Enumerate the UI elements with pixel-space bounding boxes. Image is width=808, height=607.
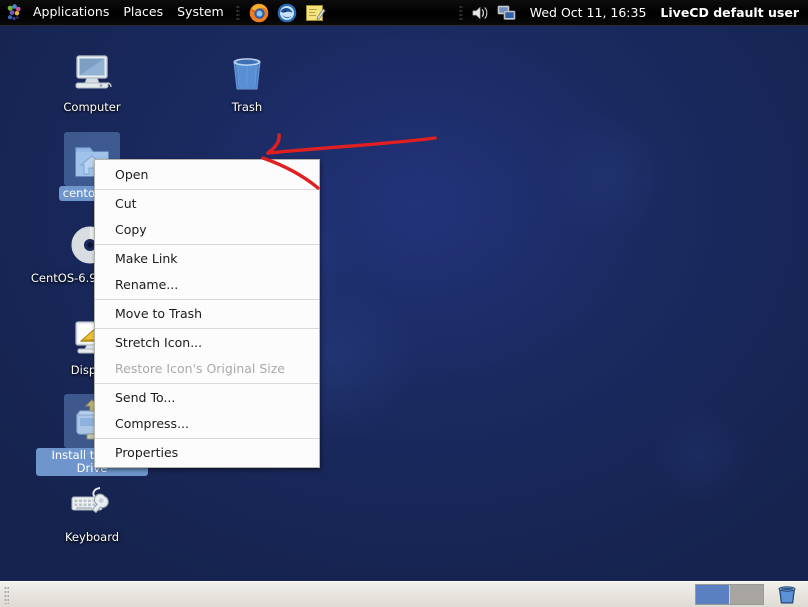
applications-menu[interactable]: Applications [26,3,116,22]
desktop-icon-label: Trash [231,100,263,114]
volume-icon[interactable] [470,3,492,23]
workspace-2[interactable] [729,585,763,604]
places-menu[interactable]: Places [116,3,170,22]
trash-icon [223,50,271,98]
desktop-icon-trash[interactable]: Trash [202,50,292,114]
top-panel: Applications Places System Wed Oct 11, 1… [0,0,808,26]
desktop-icon-label: Computer [63,100,121,114]
firefox-launcher-icon[interactable] [248,2,270,24]
desktop-screen: Applications Places System Wed Oct 11, 1… [0,0,808,607]
menu-item-make-link[interactable]: Make Link [95,246,319,272]
workspace-switcher[interactable] [695,584,764,605]
desktop-icon-context-menu[interactable]: Open Cut Copy Make Link Rename... Move t… [94,159,320,468]
desktop-area[interactable]: Computer Trash centoslive CentOS-6.9 Liv… [0,25,808,582]
menu-item-cut[interactable]: Cut [95,191,319,217]
thunderbird-launcher-icon[interactable] [276,2,298,24]
text-editor-launcher-icon[interactable] [304,2,326,24]
trash-applet-icon[interactable] [774,583,800,606]
clock[interactable]: Wed Oct 11, 16:35 [520,5,657,20]
workspace-1[interactable] [696,585,729,604]
gnome-footprint-icon[interactable] [4,3,24,23]
network-icon[interactable] [496,3,518,23]
menu-separator [95,328,319,329]
system-menu[interactable]: System [170,3,231,22]
bottom-panel [0,581,808,607]
menu-item-restore-icon-size: Restore Icon's Original Size [115,361,286,376]
menu-item-rename[interactable]: Rename... [95,272,319,298]
menu-item-move-to-trash[interactable]: Move to Trash [95,301,319,327]
menu-item-open[interactable]: Open [95,162,319,188]
menu-item-copy[interactable]: Copy [95,217,319,243]
menu-separator [95,383,319,384]
desktop-icon-label: Keyboard [64,530,120,544]
menu-item-properties[interactable]: Properties [95,440,319,466]
tray-separator [458,4,463,21]
menu-separator [95,438,319,439]
desktop-icon-keyboard[interactable]: Keyboard [47,480,137,544]
menu-separator [95,299,319,300]
menu-separator [95,244,319,245]
menu-item-stretch-icon[interactable]: Stretch Icon... [95,330,319,356]
panel-right-area: Wed Oct 11, 16:35 LiveCD default user [454,0,808,25]
panel-separator [235,4,240,21]
computer-icon [68,50,116,98]
menu-item-compress[interactable]: Compress... [95,411,319,437]
menu-item-send-to[interactable]: Send To... [95,385,319,411]
desktop-icon-computer[interactable]: Computer [47,50,137,114]
panel-drag-handle[interactable] [4,585,9,604]
user-menu[interactable]: LiveCD default user [656,5,808,20]
keyboard-settings-icon [68,480,116,528]
menu-separator [95,189,319,190]
